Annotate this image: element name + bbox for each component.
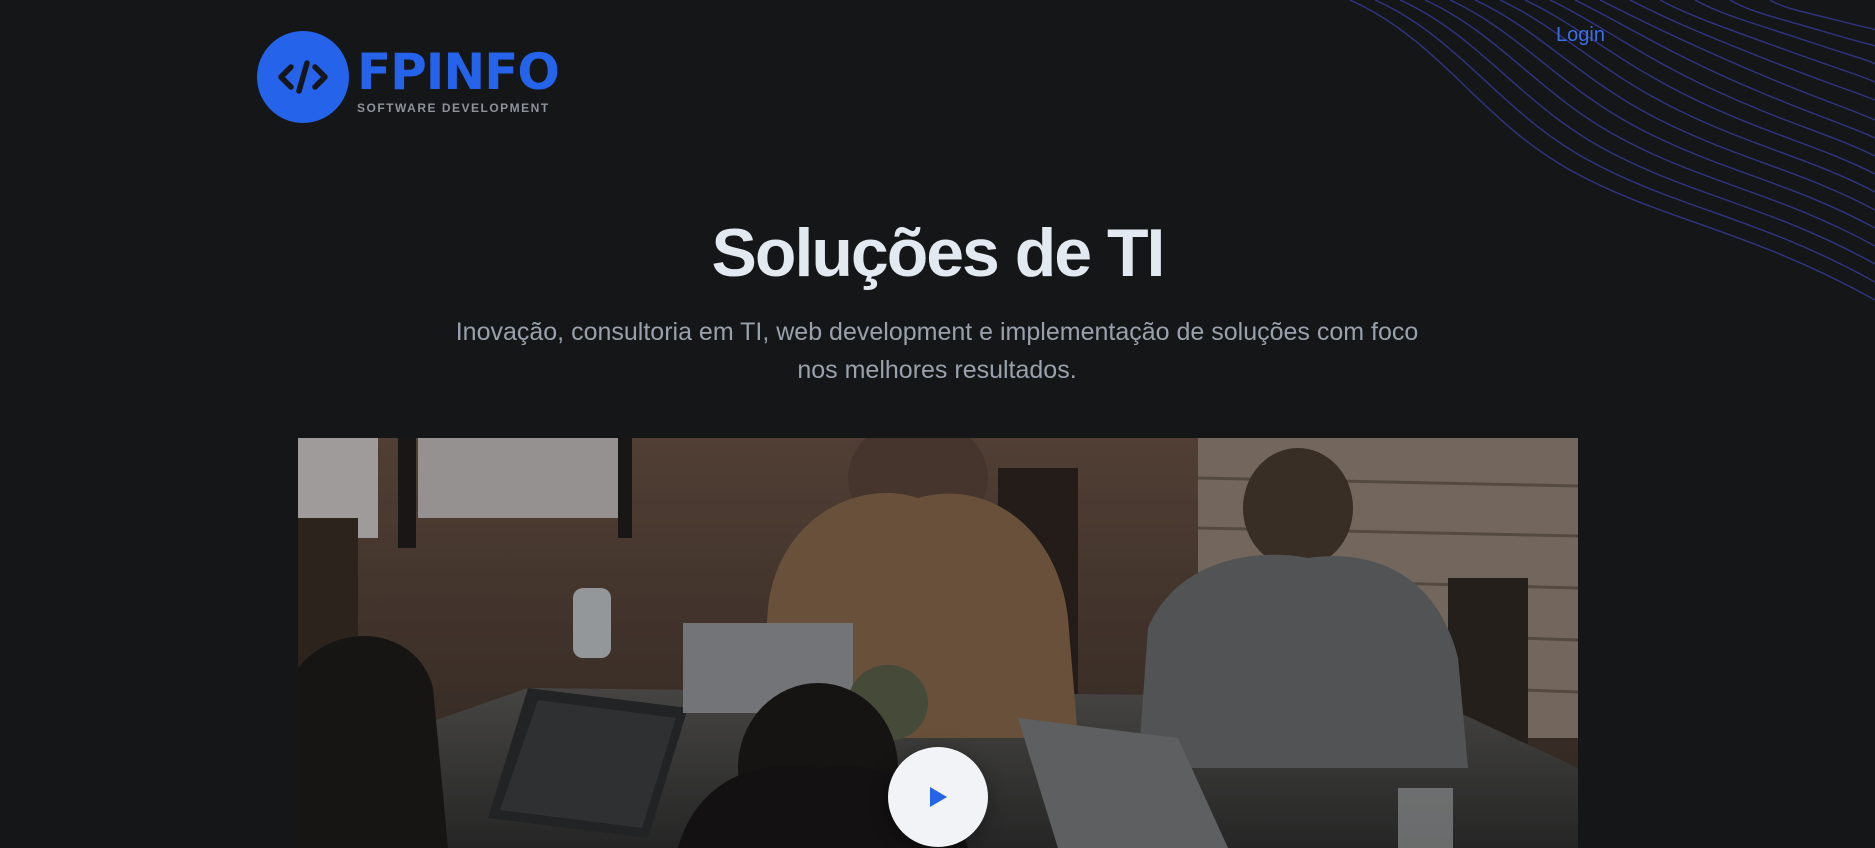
play-icon [930,787,947,807]
brand-logo[interactable]: FPINFO SOFTWARE DEVELOPMENT [257,31,560,123]
brand-text: FPINFO SOFTWARE DEVELOPMENT [357,31,560,115]
login-link[interactable]: Login [1556,24,1605,47]
brand-name: FPINFO [357,43,560,101]
code-brackets-icon [257,31,349,123]
brand-tagline: SOFTWARE DEVELOPMENT [357,101,550,115]
play-button[interactable] [888,747,988,847]
hero-subtitle: Inovação, consultoria em TI, web develop… [455,318,1419,384]
hero-title: Soluções de TI [711,215,1166,291]
hero-video[interactable] [298,438,1578,848]
